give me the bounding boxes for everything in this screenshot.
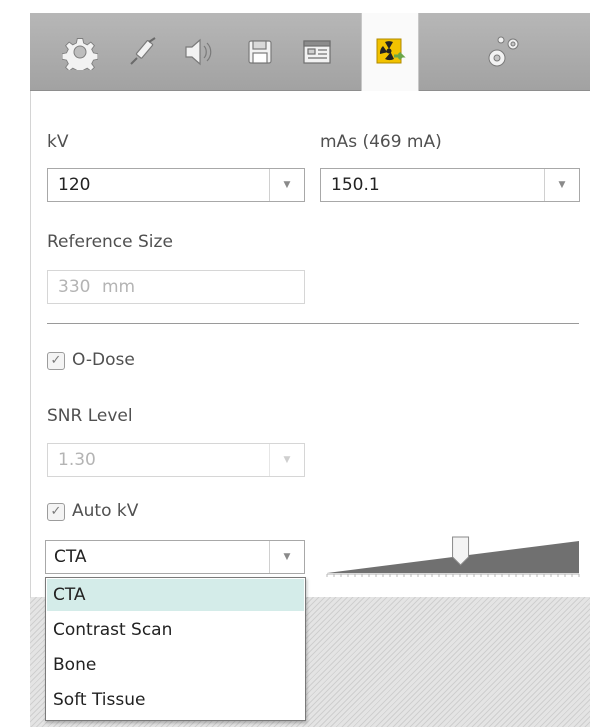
protocol-option-soft-tissue[interactable]: Soft Tissue — [47, 684, 304, 716]
snr-level-label: SNR Level — [47, 406, 133, 426]
kv-combobox[interactable]: 120 ▼ — [47, 168, 305, 202]
gear-icon — [62, 37, 98, 70]
reference-size-value: 330 — [58, 277, 91, 297]
tab-toolbar — [30, 13, 590, 91]
speaker-icon — [185, 38, 212, 65]
auto-kv-slider[interactable] — [325, 535, 581, 577]
auto-kv-checkbox[interactable]: ✓ — [47, 503, 65, 521]
protocol-combobox[interactable]: CTA ▼ — [45, 540, 305, 574]
mas-combobox[interactable]: 150.1 ▼ — [320, 168, 580, 202]
chevron-down-icon[interactable]: ▼ — [269, 541, 304, 573]
chevron-down-icon: ▼ — [269, 444, 304, 476]
tab-audio[interactable] — [173, 13, 223, 90]
chevron-down-icon[interactable]: ▼ — [544, 169, 579, 201]
protocol-value: CTA — [54, 547, 87, 567]
mas-value: 150.1 — [331, 175, 380, 195]
reference-size-unit: mm — [102, 277, 136, 297]
auto-kv-label: Auto kV — [72, 501, 139, 521]
save-icon — [248, 39, 272, 64]
tab-contrast[interactable] — [118, 13, 168, 90]
tab-advanced-settings[interactable] — [478, 13, 528, 90]
checkmark-icon: ✓ — [50, 353, 62, 368]
tab-dose[interactable] — [361, 13, 419, 91]
tab-save[interactable] — [235, 13, 285, 90]
radiation-dose-icon — [376, 38, 406, 64]
o-dose-checkbox[interactable]: ✓ — [47, 352, 65, 370]
protocol-option-contrast-scan[interactable]: Contrast Scan — [47, 614, 304, 646]
snr-level-combobox: 1.30 ▼ — [47, 443, 305, 477]
snr-level-value: 1.30 — [58, 450, 96, 470]
o-dose-label: O-Dose — [72, 350, 135, 370]
tab-general-settings[interactable] — [55, 13, 105, 90]
protocol-option-cta[interactable]: CTA — [47, 579, 304, 611]
mas-label: mAs (469 mA) — [320, 132, 442, 152]
protocol-option-bone[interactable]: Bone — [47, 649, 304, 681]
tab-report[interactable] — [292, 13, 342, 90]
protocol-dropdown-list: CTA Contrast Scan Bone Soft Tissue — [45, 577, 306, 721]
syringe-icon — [130, 36, 156, 65]
reference-size-input: 330 mm — [47, 270, 305, 304]
settings-gears-icon — [488, 36, 519, 66]
checkmark-icon: ✓ — [50, 504, 62, 519]
chevron-down-icon[interactable]: ▼ — [269, 169, 304, 201]
section-divider — [47, 323, 579, 324]
report-icon — [303, 39, 331, 64]
reference-size-label: Reference Size — [47, 232, 173, 252]
kv-label: kV — [47, 132, 69, 152]
kv-value: 120 — [58, 175, 91, 195]
